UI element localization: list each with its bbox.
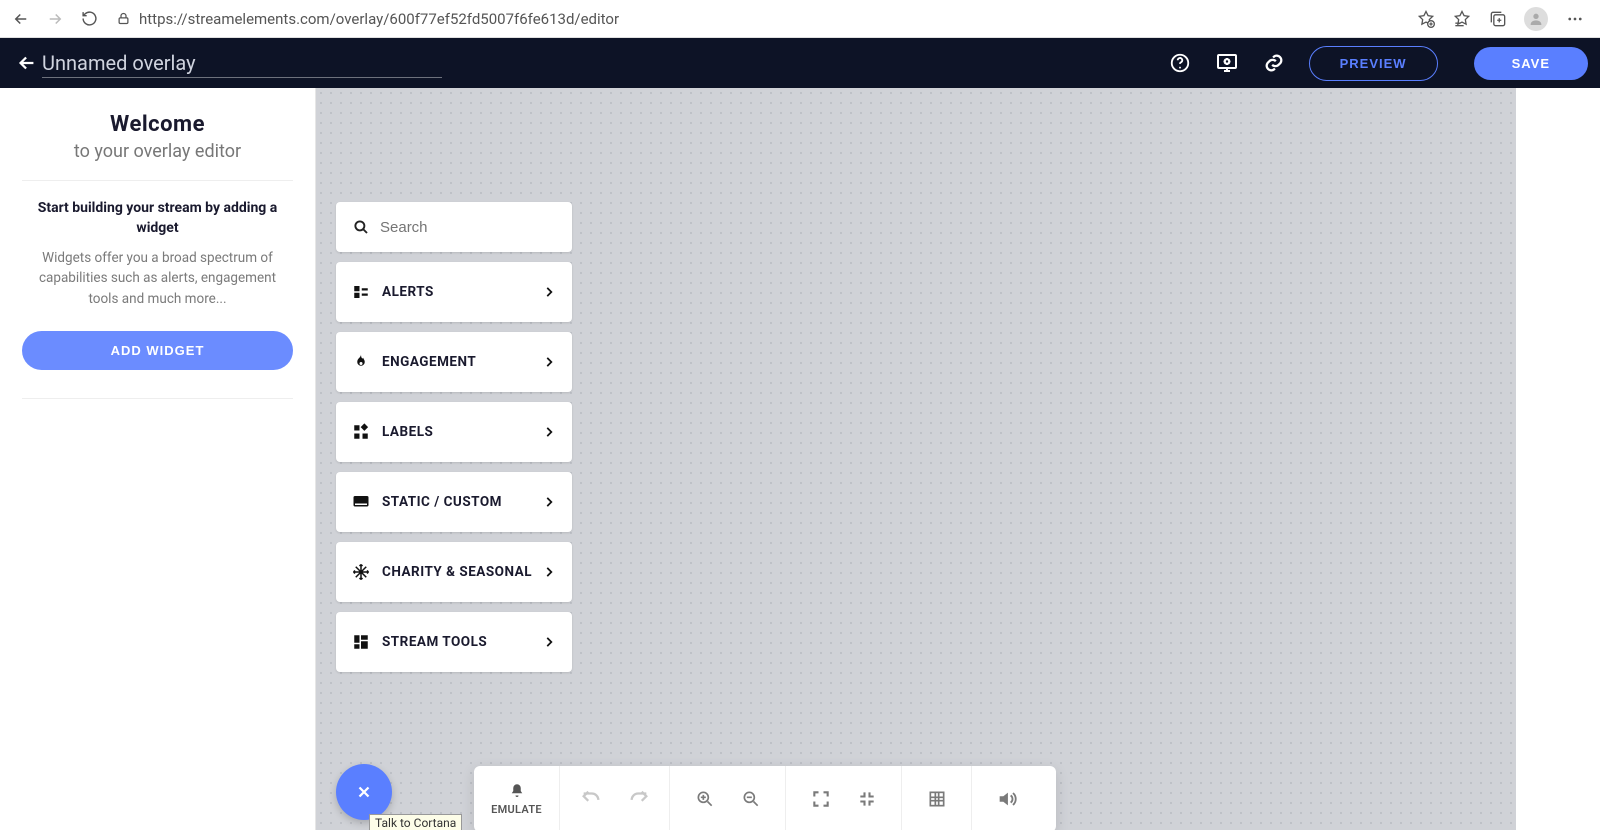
zoom-out-button[interactable]	[741, 789, 761, 809]
canvas-toolbar: EMULATE	[474, 766, 1056, 830]
category-label: ALERTS	[382, 284, 434, 300]
chevron-right-icon	[542, 565, 556, 579]
snowflake-icon	[352, 563, 370, 581]
flame-icon	[352, 353, 370, 371]
help-icon[interactable]	[1169, 52, 1191, 74]
browser-url-bar[interactable]: https://streamelements.com/overlay/600f7…	[112, 10, 1404, 28]
category-stream-tools[interactable]: STREAM TOOLS	[336, 612, 572, 672]
editor-canvas[interactable]: ALERTS ENGAGEMENT	[316, 88, 1600, 830]
category-label: CHARITY & SEASONAL	[382, 564, 532, 580]
chevron-right-icon	[542, 495, 556, 509]
widget-search-input[interactable]	[380, 219, 556, 236]
browser-refresh-button[interactable]	[78, 8, 100, 30]
chevron-right-icon	[542, 285, 556, 299]
widgets-icon	[352, 423, 370, 441]
app-header: Unnamed overlay PREVIEW SAVE	[0, 38, 1600, 88]
category-alerts[interactable]: ALERTS	[336, 262, 572, 322]
welcome-title: Welcome	[22, 112, 293, 137]
sidebar-heading: Start building your stream by adding a w…	[22, 199, 293, 238]
widget-category-panel: ALERTS ENGAGEMENT	[336, 202, 572, 672]
emulate-button[interactable]: EMULATE	[474, 766, 560, 830]
monitor-icon	[352, 493, 370, 511]
display-settings-icon[interactable]	[1215, 51, 1239, 75]
url-text: https://streamelements.com/overlay/600f7…	[139, 10, 619, 28]
widget-search[interactable]	[336, 202, 572, 252]
chevron-right-icon	[542, 355, 556, 369]
bell-icon	[508, 782, 526, 800]
zoom-in-button[interactable]	[695, 789, 715, 809]
browser-back-button[interactable]	[10, 8, 32, 30]
close-panel-button[interactable]	[336, 764, 392, 820]
category-labels[interactable]: LABELS	[336, 402, 572, 462]
lock-icon	[116, 11, 131, 26]
undo-button[interactable]	[580, 788, 602, 810]
category-label: LABELS	[382, 424, 433, 440]
preview-button[interactable]: PREVIEW	[1309, 46, 1438, 81]
emulate-label: EMULATE	[491, 803, 542, 816]
welcome-subtitle: to your overlay editor	[22, 141, 293, 162]
star-add-icon[interactable]	[1416, 9, 1436, 29]
sidebar: Welcome to your overlay editor Start bui…	[0, 88, 316, 830]
grid-toggle-button[interactable]	[927, 789, 947, 809]
category-label: ENGAGEMENT	[382, 354, 476, 370]
app-back-button[interactable]	[12, 52, 42, 74]
browser-forward-button[interactable]	[44, 8, 66, 30]
search-icon	[352, 218, 370, 236]
alerts-icon	[352, 283, 370, 301]
overlay-title-input[interactable]: Unnamed overlay	[42, 49, 442, 78]
category-label: STATIC / CUSTOM	[382, 494, 502, 510]
dashboard-icon	[352, 633, 370, 651]
redo-button[interactable]	[628, 788, 650, 810]
sidebar-description: Widgets offer you a broad spectrum of ca…	[22, 248, 293, 309]
browser-chrome: https://streamelements.com/overlay/600f7…	[0, 0, 1600, 38]
category-label: STREAM TOOLS	[382, 634, 487, 650]
save-button[interactable]: SAVE	[1474, 47, 1588, 80]
category-engagement[interactable]: ENGAGEMENT	[336, 332, 572, 392]
cortana-tooltip: Talk to Cortana	[369, 814, 462, 830]
category-charity-seasonal[interactable]: CHARITY & SEASONAL	[336, 542, 572, 602]
favorites-icon[interactable]	[1452, 9, 1472, 29]
link-icon[interactable]	[1263, 52, 1285, 74]
volume-button[interactable]	[996, 788, 1018, 810]
add-widget-button[interactable]: ADD WIDGET	[22, 331, 293, 370]
profile-avatar[interactable]	[1524, 7, 1548, 31]
fullscreen-button[interactable]	[811, 789, 831, 809]
category-static-custom[interactable]: STATIC / CUSTOM	[336, 472, 572, 532]
collections-icon[interactable]	[1488, 9, 1508, 29]
chevron-right-icon	[542, 425, 556, 439]
browser-menu-button[interactable]	[1564, 10, 1586, 28]
fit-screen-button[interactable]	[857, 789, 877, 809]
chevron-right-icon	[542, 635, 556, 649]
